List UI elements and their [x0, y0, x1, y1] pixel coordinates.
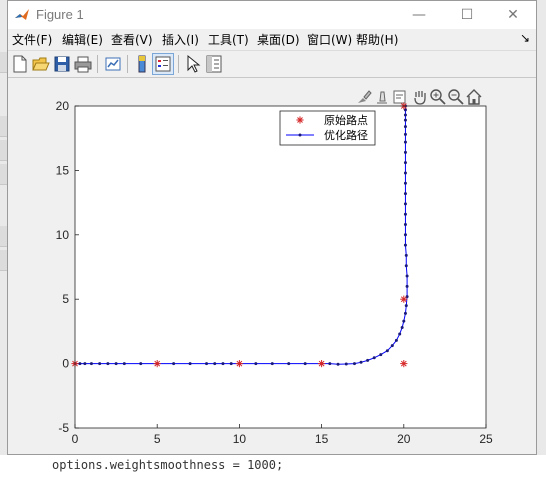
- optimized-path-point: [403, 125, 407, 129]
- optimized-path-point: [403, 132, 407, 136]
- y-tick-label: 0: [62, 357, 69, 371]
- optimized-path-point: [303, 362, 307, 366]
- optimized-path-point: [205, 362, 209, 366]
- optimized-path-point: [394, 338, 398, 342]
- optimized-path-point: [372, 356, 376, 360]
- y-tick-label: 10: [56, 228, 70, 242]
- optimized-path-point: [328, 362, 332, 366]
- x-tick-label: 0: [72, 432, 79, 446]
- optimized-path-point: [403, 243, 407, 247]
- optimized-path-point: [352, 362, 356, 366]
- optimized-path-point: [403, 181, 407, 185]
- legend[interactable]: 原始路点优化路径: [279, 110, 376, 146]
- axes[interactable]: 0 5 10 15 20 25-505101520 原始路点优化路径: [56, 99, 493, 446]
- legend-label: 优化路径: [324, 128, 368, 142]
- optimized-path-point: [403, 113, 407, 117]
- optimized-path-point: [78, 362, 82, 366]
- optimized-path-point: [403, 171, 407, 175]
- x-tick-label: 10: [233, 432, 247, 446]
- optimized-path-point: [403, 222, 407, 226]
- waypoint-marker: [235, 360, 243, 368]
- optimized-path-point: [390, 344, 394, 348]
- x-tick-label: 20: [397, 432, 411, 446]
- optimized-path-point: [221, 362, 225, 366]
- optimized-path-point: [403, 202, 407, 206]
- waypoint-marker: [318, 360, 326, 368]
- optimized-path-point: [213, 362, 217, 366]
- optimized-path-point: [403, 161, 407, 165]
- optimized-path-point: [405, 274, 409, 278]
- optimized-path-point: [379, 353, 383, 357]
- optimized-path-point: [254, 362, 258, 366]
- y-tick-label: 15: [56, 163, 70, 177]
- optimized-path-point: [404, 264, 408, 268]
- optimized-path-point: [385, 349, 389, 353]
- optimized-path-point: [403, 150, 407, 154]
- x-tick-label: 15: [315, 432, 329, 446]
- optimized-path-point: [287, 362, 291, 366]
- optimized-path-point: [403, 212, 407, 216]
- axes-background: [75, 106, 486, 428]
- optimized-path-point: [114, 362, 118, 366]
- legend-label: 原始路点: [324, 113, 368, 127]
- plot-canvas: 0 5 10 15 20 25-505101520 原始路点优化路径: [56, 99, 493, 446]
- optimized-path-point: [398, 332, 402, 336]
- optimized-path-point: [403, 311, 407, 315]
- optimized-path-point: [404, 304, 408, 308]
- optimized-path-point: [122, 362, 126, 366]
- optimized-path-point: [98, 362, 102, 366]
- y-tick-label: -5: [58, 421, 69, 435]
- y-tick-label: 5: [62, 292, 69, 306]
- x-tick-label: 5: [154, 432, 161, 446]
- waypoint-marker: [400, 360, 408, 368]
- optimized-path-point: [403, 192, 407, 196]
- optimized-path-point: [89, 362, 93, 366]
- optimized-path-point: [83, 362, 87, 366]
- optimized-path-point: [403, 233, 407, 237]
- optimized-path-point: [139, 362, 143, 366]
- optimized-path-point: [400, 326, 404, 330]
- optimized-path-point: [404, 253, 408, 257]
- optimized-path-point: [106, 362, 110, 366]
- optimized-path-point: [336, 362, 340, 366]
- y-tick-label: 20: [56, 99, 70, 113]
- optimized-path-point: [403, 118, 407, 122]
- optimized-path-point: [405, 284, 409, 288]
- optimized-path-point: [344, 362, 348, 366]
- optimized-path-point: [402, 319, 406, 323]
- optimized-path-point: [270, 362, 274, 366]
- x-tick-label: 25: [479, 432, 493, 446]
- optimized-path-point: [403, 140, 407, 144]
- legend-marker-path: [298, 133, 302, 137]
- waypoint-marker: [400, 295, 408, 303]
- optimized-path-point: [172, 362, 176, 366]
- optimized-path-point: [188, 362, 192, 366]
- optimized-path-point: [366, 358, 370, 362]
- waypoint-marker: [153, 360, 161, 368]
- optimized-path-point: [359, 360, 363, 364]
- optimized-path-point: [229, 362, 233, 366]
- optimized-path-point: [403, 108, 407, 112]
